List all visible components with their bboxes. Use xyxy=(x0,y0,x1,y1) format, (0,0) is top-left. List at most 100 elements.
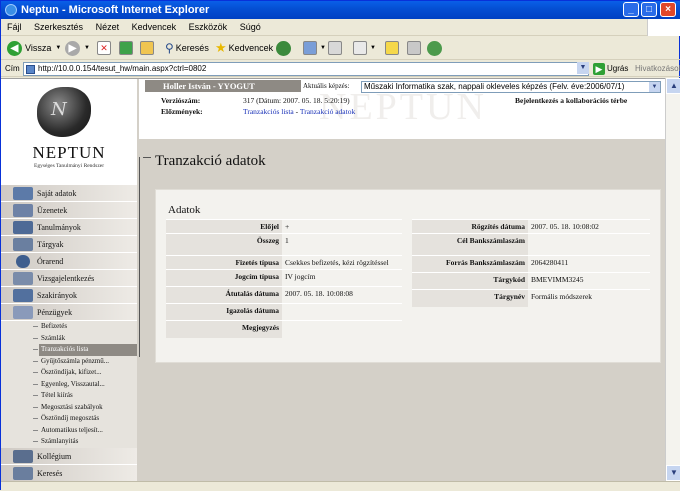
left-fields-table: Előjel + Összeg 1 Fizetés típusa Csekkes be… xyxy=(166,219,402,338)
table-row: Cél Bankszámlaszám xyxy=(412,233,650,256)
print-button[interactable] xyxy=(328,39,342,57)
nav-item-specializations[interactable]: Szakirányok xyxy=(1,287,137,304)
nav-item-search[interactable]: Keresés xyxy=(1,464,137,481)
ie-logo-icon xyxy=(5,4,17,16)
home-icon xyxy=(140,41,154,55)
menu-help[interactable]: Súgó xyxy=(240,22,261,32)
field-value: IV jogcím xyxy=(282,269,402,287)
logo-title: NEPTUN xyxy=(32,143,106,162)
field-value: 1 xyxy=(282,233,402,256)
page-title: Tranzakció adatok xyxy=(155,153,266,169)
table-row: Megjegyzés xyxy=(166,320,402,338)
table-row: Forrás Bankszámlaszám 2064280411 xyxy=(412,255,650,273)
nav-item-studies[interactable]: Tanulmányok xyxy=(1,219,137,236)
breadcrumb-transaction-list[interactable]: Tranzakciós lista xyxy=(243,107,294,116)
forward-button[interactable]: ▶ ▼ xyxy=(65,39,90,57)
field-value xyxy=(282,320,402,338)
table-row: Fizetés típusa Csekkes befizetés, kézi rö… xyxy=(166,255,402,270)
scroll-down-icon[interactable]: ▼ xyxy=(666,465,680,481)
exam-registration-icon xyxy=(13,272,33,285)
nav-label: Órarend xyxy=(37,257,64,266)
subnav-item-scholarships[interactable]: Ösztöndíjak, kifizet... xyxy=(1,367,137,379)
mail-button[interactable]: ▼ xyxy=(303,39,326,57)
data-panel: Adatok Előjel + Összeg 1 Fizetés típusa Cse… xyxy=(155,189,661,363)
menu-tools[interactable]: Eszközök xyxy=(189,22,228,32)
nav-label: Kollégium xyxy=(37,451,72,461)
minimize-button[interactable]: _ xyxy=(623,2,639,17)
windows-logo-icon xyxy=(647,19,680,36)
menu-favorites[interactable]: Kedvencek xyxy=(132,22,177,32)
research-icon xyxy=(407,41,421,55)
nav-item-messages[interactable]: Üzenetek xyxy=(1,202,137,219)
stop-icon: ✕ xyxy=(97,41,111,55)
mail-icon xyxy=(303,41,317,55)
search-label: Keresés xyxy=(175,43,209,53)
search-button[interactable]: ⚲ Keresés xyxy=(165,39,209,57)
nav-item-personal-data[interactable]: Saját adatok xyxy=(1,185,137,202)
nav-list: Saját adatok Üzenetek Tanulmányok Tárgya… xyxy=(1,185,137,481)
menu-view[interactable]: Nézet xyxy=(96,22,120,32)
history-button[interactable] xyxy=(276,39,291,57)
address-url: http://10.0.0.154/tesut_hw/main.aspx?ctr… xyxy=(38,64,207,73)
messenger-icon xyxy=(427,40,442,56)
subnav-item-collector-account[interactable]: Gyűjtőszámla pénzmű... xyxy=(1,355,137,367)
field-label: Cél Bankszámlaszám xyxy=(412,233,528,256)
subnav-item-auto-fulfillment[interactable]: Automatikus teljesít... xyxy=(1,424,137,436)
home-button[interactable] xyxy=(140,39,154,57)
table-row: Tárgykód BMEVIMM3245 xyxy=(412,272,650,290)
field-label: Megjegyzés xyxy=(166,320,282,338)
nav-label: Üzenetek xyxy=(37,206,68,215)
favorites-button[interactable]: ★ Kedvencek xyxy=(215,39,273,57)
field-value: BMEVIMM3245 xyxy=(528,272,650,290)
subnav-item-account-opening[interactable]: Számlanyitás xyxy=(1,436,137,448)
field-label: Forrás Bankszámlaszám xyxy=(412,255,528,273)
refresh-icon xyxy=(119,41,133,55)
maximize-button[interactable]: □ xyxy=(641,2,657,17)
address-dropdown-icon[interactable]: ▼ xyxy=(577,62,589,74)
close-button[interactable]: × xyxy=(660,2,676,17)
go-label: Ugrás xyxy=(607,64,629,73)
address-bar: Cím http://10.0.0.154/tesut_hw/main.aspx… xyxy=(1,61,680,77)
table-row: Rögzítés dátuma 2007. 05. 18. 10:08:02 xyxy=(412,219,650,234)
nav-label: Keresés xyxy=(37,468,63,478)
table-row: Igazolás dátuma xyxy=(166,303,402,321)
go-button[interactable]: ▶ Ugrás xyxy=(593,62,628,76)
neptun-logo-icon: N xyxy=(37,87,91,137)
edit-button[interactable]: ▼ xyxy=(353,39,376,57)
nav-item-dormitory[interactable]: Kollégium xyxy=(1,447,137,465)
subnav-item-balance[interactable]: Egyenleg, Visszautal... xyxy=(1,378,137,390)
subnav-item-payment[interactable]: Befizetés xyxy=(1,321,137,333)
subnav-item-transaction-list[interactable]: Tranzakciós lista xyxy=(33,344,137,356)
nav-item-exam-registration[interactable]: Vizsgajelentkezés xyxy=(1,270,137,287)
sidebar: N NEPTUN Egységes Tanulmányi Rendszer Sa… xyxy=(1,79,137,481)
vertical-scrollbar[interactable]: ▲ ▼ xyxy=(665,78,680,481)
subnav-item-sharing-rules[interactable]: Megosztási szabályok xyxy=(1,401,137,413)
training-select[interactable]: Műszaki Informatika szak, nappali okleve… xyxy=(361,81,661,93)
training-value: Műszaki Informatika szak, nappali okleve… xyxy=(364,82,625,91)
nav-item-subjects[interactable]: Tárgyak xyxy=(1,236,137,253)
nav-item-finances[interactable]: Pénzügyek xyxy=(1,304,137,321)
field-label: Fizetés típusa xyxy=(166,255,282,270)
back-button[interactable]: ◀ Vissza ▼ xyxy=(7,39,61,57)
field-label: Összeg xyxy=(166,233,282,256)
scroll-up-icon[interactable]: ▲ xyxy=(666,78,680,94)
subnav-item-scholarship-sharing[interactable]: Ösztöndíj megosztás xyxy=(1,413,137,425)
specializations-icon xyxy=(13,289,33,302)
menu-edit[interactable]: Szerkesztés xyxy=(34,22,83,32)
messenger-button[interactable] xyxy=(427,39,442,57)
stop-button[interactable]: ✕ xyxy=(97,39,111,57)
chevron-down-icon: ▼ xyxy=(320,45,326,51)
edit-icon xyxy=(353,41,367,55)
address-input[interactable]: http://10.0.0.154/tesut_hw/main.aspx?ctr… xyxy=(23,62,589,76)
links-button[interactable]: Hivatkozások xyxy=(635,61,680,77)
subnav-item-item-posting[interactable]: Tétel kiírás xyxy=(1,390,137,402)
breadcrumb-transaction-data[interactable]: Tranzakció adatok xyxy=(300,107,355,116)
version-label: Verziószám: xyxy=(161,96,201,105)
research-button[interactable] xyxy=(407,39,421,57)
refresh-button[interactable] xyxy=(119,39,133,57)
discuss-button[interactable] xyxy=(385,39,399,57)
nav-item-timetable[interactable]: Órarend xyxy=(1,253,137,270)
menu-file[interactable]: Fájl xyxy=(7,22,22,32)
subnav-item-invoices[interactable]: Számlák xyxy=(1,332,137,344)
collaboration-login-link[interactable]: Bejelentkezés a kollaborációs térbe xyxy=(515,96,627,105)
